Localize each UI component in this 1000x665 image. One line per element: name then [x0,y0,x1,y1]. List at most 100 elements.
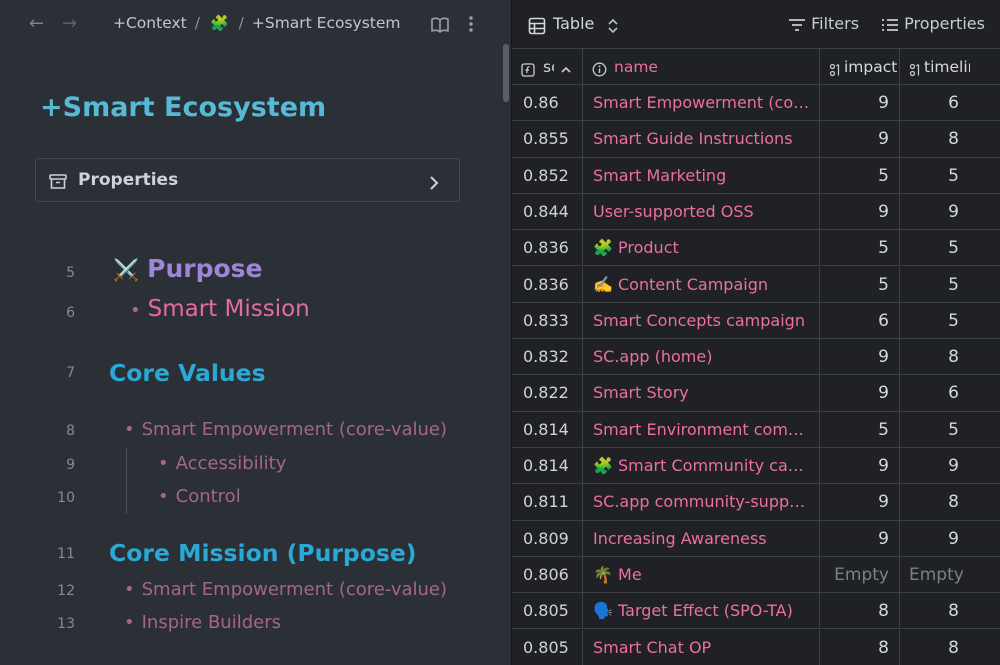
column-header-impact[interactable]: impact [820,48,900,85]
table-row-value[interactable]: Smart Marketing [593,166,813,185]
link-text[interactable]: Control [176,486,241,507]
table-row-value[interactable]: Smart Environment compliance [593,420,813,439]
cell-impact[interactable]: 8 [820,629,900,665]
link-smart-mission[interactable]: • Smart Mission [130,296,310,322]
back-arrow-icon[interactable]: ← [29,13,44,34]
table-row-value[interactable]: 🧩 Smart Community campaign [593,456,813,475]
cell-name[interactable]: ✍️ Content Campaign [583,266,820,303]
link-smart-empowerment[interactable]: • Smart Empowerment (core-value) [124,419,447,440]
cell-score[interactable]: 0.814 [512,448,583,485]
table-row-value[interactable]: 🧩 Product [593,238,813,257]
chevron-up-down-icon[interactable] [607,15,619,35]
table-row-value[interactable]: Smart Story [593,383,813,402]
table-row-value[interactable]: User-supported OSS [593,202,813,221]
cell-impact[interactable]: 9 [820,520,900,557]
cell-name[interactable]: Smart Empowerment (core-value) [583,85,820,122]
cell-timeliness[interactable]: 5 [900,230,1000,267]
cell-score[interactable]: 0.832 [512,339,583,376]
cell-impact[interactable]: 9 [820,375,900,412]
cell-timeliness[interactable]: 5 [900,412,1000,448]
cell-score[interactable]: 0.836 [512,230,583,267]
cell-name[interactable]: User-supported OSS [583,193,820,231]
cell-name[interactable]: Increasing Awareness [583,520,820,557]
cell-timeliness[interactable]: 5 [900,267,1000,303]
link-text[interactable]: Inspire Builders [142,612,281,633]
cell-timeliness[interactable]: 6 [900,85,1000,122]
table-row-value[interactable]: Smart Chat OP [593,638,813,657]
cell-impact[interactable]: Empty [820,556,900,594]
cell-name[interactable]: 🧩 Product [583,230,820,267]
cell-impact[interactable]: 9 [820,193,900,231]
properties-button[interactable]: Properties [881,14,985,33]
column-header-timeliness[interactable]: timeliness [900,48,1000,85]
link-accessibility[interactable]: • Accessibility [158,453,286,474]
table-row-value[interactable]: 🗣️ Target Effect (SPO-TA) [593,601,813,620]
cell-name[interactable]: Smart Story [583,375,820,412]
column-header-name[interactable]: name [583,48,820,85]
sort-ascending-icon[interactable] [560,60,572,78]
cell-name[interactable]: 🌴 Me [583,556,820,594]
chevron-right-icon[interactable] [428,172,440,191]
cell-name[interactable]: Smart Concepts campaign [583,302,820,340]
table-row-value[interactable]: Smart Guide Instructions [593,129,813,148]
cell-score[interactable]: 0.855 [512,121,583,158]
forward-arrow-icon[interactable]: → [62,13,77,34]
cell-timeliness[interactable]: 8 [900,630,1000,665]
cell-name[interactable]: 🗣️ Target Effect (SPO-TA) [583,593,820,630]
cell-impact[interactable]: 9 [820,484,900,521]
table-icon[interactable] [528,15,546,35]
cell-score[interactable]: 0.805 [512,593,583,630]
cell-score[interactable]: 0.844 [512,193,583,231]
table-row-value[interactable]: Smart Empowerment (core-value) [593,93,813,112]
view-selector[interactable]: Table [553,14,594,33]
cell-timeliness[interactable]: 9 [900,448,1000,485]
table-row-value[interactable]: ✍️ Content Campaign [593,275,813,294]
cell-impact[interactable]: 9 [820,85,900,122]
cell-timeliness[interactable]: 9 [900,521,1000,557]
link-control[interactable]: • Control [158,486,241,507]
cell-score[interactable]: 0.809 [512,520,583,557]
cell-impact[interactable]: 8 [820,593,900,630]
breadcrumb-context[interactable]: +Context [113,14,187,32]
cell-name[interactable]: 🧩 Smart Community campaign [583,448,820,485]
cell-score[interactable]: 0.811 [512,484,583,521]
table-row-value[interactable]: SC.app community-supported [593,492,813,511]
table-row-value[interactable]: Smart Concepts campaign [593,311,813,330]
table-row-value[interactable]: 🌴 Me [593,565,813,584]
cell-timeliness[interactable]: 6 [900,375,1000,412]
filters-button[interactable]: Filters [788,14,859,33]
cell-impact[interactable]: 6 [820,302,900,340]
more-options-icon[interactable] [468,13,474,34]
cell-impact[interactable]: 9 [820,448,900,485]
cell-impact[interactable]: 5 [820,411,900,448]
link-smart-empowerment-2[interactable]: • Smart Empowerment (core-value) [124,579,447,600]
cell-score[interactable]: 0.852 [512,157,583,194]
cell-score[interactable]: 0.833 [512,302,583,340]
link-text[interactable]: Accessibility [176,453,287,474]
cell-impact[interactable]: 5 [820,266,900,303]
cell-impact[interactable]: 9 [820,121,900,158]
cell-name[interactable]: SC.app community-supported [583,484,820,521]
link-text[interactable]: Smart Empowerment (core-value) [142,579,447,600]
table-row-value[interactable]: SC.app (home) [593,347,813,366]
table-row-value[interactable]: Increasing Awareness [593,529,813,548]
link-text[interactable]: Smart Mission [148,296,310,322]
cell-score[interactable]: 0.814 [512,411,583,448]
cell-timeliness[interactable]: 8 [900,484,1000,521]
cell-name[interactable]: Smart Chat OP [583,629,820,665]
column-header-score[interactable]: score [512,48,583,85]
link-inspire-builders[interactable]: • Inspire Builders [124,612,281,633]
cell-timeliness[interactable]: Empty [900,557,1000,594]
cell-name[interactable]: Smart Marketing [583,157,820,194]
cell-name[interactable]: SC.app (home) [583,339,820,376]
link-text[interactable]: Smart Empowerment (core-value) [142,419,447,440]
cell-timeliness[interactable]: 5 [900,303,1000,340]
scrollbar-thumb[interactable] [503,44,509,102]
cell-score[interactable]: 0.86 [512,85,583,122]
cell-name[interactable]: Smart Guide Instructions [583,121,820,158]
cell-impact[interactable]: 9 [820,339,900,376]
reader-mode-icon[interactable] [430,14,450,34]
cell-timeliness[interactable]: 5 [900,158,1000,194]
cell-score[interactable]: 0.806 [512,556,583,594]
cell-score[interactable]: 0.836 [512,266,583,303]
